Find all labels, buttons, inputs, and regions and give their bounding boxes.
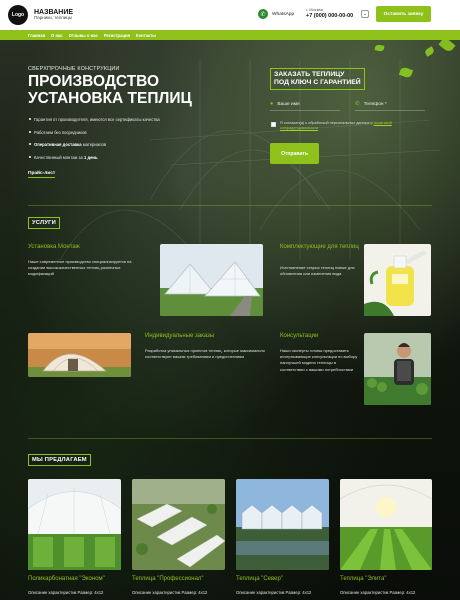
benefit-strong: Оперативная доставка [34,142,82,148]
benefit-item: Работаем без посредников [29,129,160,135]
product-name[interactable]: Теплица "Профессионал" [132,576,204,582]
whatsapp-link[interactable]: ✆ WhatsApp [258,9,294,19]
site-header: Logo НАЗВАНИЕ Парники, теплицы ✆ WhatsAp… [0,0,460,30]
brand: НАЗВАНИЕ Парники, теплицы [34,9,73,22]
tunnel-greenhouse-image [28,333,131,377]
consent-row: Я согласен(а) с обработкой персональных … [271,121,421,131]
benefit-item: Гарантия от производителя, имеются все с… [29,117,160,122]
benefit-strong: 1 день [83,154,98,160]
benefit-item: Качественный монтаж за 1 день [29,154,160,160]
nav-item-registration[interactable]: Регистрация [104,33,130,38]
hero-benefits: Гарантия от производителя, имеются все с… [29,117,160,167]
services-heading: УСЛУГИ [28,217,60,229]
products-heading: МЫ ПРЕДЛАГАЕМ [28,454,91,466]
page-title: ПРОИЗВОДСТВО УСТАНОВКА ТЕПЛИЦ [28,73,192,107]
product-image-sever [236,479,329,570]
greenhouse-photo [160,244,263,316]
nav-item-home[interactable]: Главная [28,33,45,38]
product-desc: Описание характеристик Размер: 4х12 [28,590,104,595]
whatsapp-label: WhatsApp [272,11,295,17]
consent-checkbox[interactable] [271,122,276,127]
title-line-2: УСТАНОВКА ТЕПЛИЦ [28,89,192,107]
phone-field: ✆ [355,101,425,111]
service-text: Изготовление старых теплиц новые для обн… [280,265,355,277]
hero-eyebrow: СВЕРХПРОЧНЫЕ КОНСТРУКЦИИ [28,66,120,72]
product-image-professional [132,479,225,570]
product-photo[interactable] [236,479,329,570]
leaf-decoration [398,66,414,79]
service-title: Консультации [280,333,319,339]
service-text: Наше современное производство специализи… [28,259,132,277]
brand-subtitle: Парники, теплицы [34,15,73,21]
chevron-down-icon[interactable]: ⌄ [361,10,369,18]
name-field: ● [270,101,340,111]
product-name[interactable]: Поликарбонатная "Эконом" [28,576,105,582]
phone-icon: ✆ [355,101,360,107]
benefit-text: Работаем без посредников [34,129,87,135]
leaf-decoration [423,46,436,57]
tunnel-greenhouse-photo [28,333,131,377]
main-nav: Главная О нас Отзывы о нас Регистрация К… [0,30,460,40]
product-desc: Описание характеристик Размер: 4х12 [132,590,208,595]
form-title-line-2: ПОД КЛЮЧ С ГАРАНТИЕЙ [274,78,361,86]
service-text: Разработка уникальных проектов теплиц, к… [145,348,265,360]
gardener-image [364,333,431,405]
product-name[interactable]: Теплица "Элита" [340,576,386,582]
product-desc: Описание характеристик Размер: 4х12 [340,590,416,595]
submit-button[interactable]: Отправить [270,143,319,164]
divider [28,205,432,206]
form-title: ЗАКАЗАТЬ ТЕПЛИЦУ ПОД КЛЮЧ С ГАРАНТИЕЙ [270,68,365,90]
greenhouse-image [160,244,263,316]
product-name[interactable]: Теплица "Север" [236,576,283,582]
product-image-elita [340,479,432,570]
nav-item-contacts[interactable]: Контакты [136,33,156,38]
user-icon: ● [270,101,274,107]
benefit-text: материалов [81,142,107,148]
nav-item-about[interactable]: О нас [51,33,63,38]
product-photo[interactable] [340,479,432,570]
phone-link[interactable]: +7 (000) 000-00-00 [306,13,353,19]
form-title-line-1: ЗАКАЗАТЬ ТЕПЛИЦУ [274,71,345,78]
title-line-1: ПРОИЗВОДСТВО [28,73,160,90]
consent-label: Я согласен(а) с обработкой персональных … [280,121,374,125]
benefit-text: Качественный монтаж за [34,154,84,160]
product-photo[interactable] [132,479,225,570]
benefit-text: Гарантия от производителя, имеются все с… [34,117,160,122]
phone-input[interactable] [363,101,424,107]
service-title: Установка Монтаж [28,244,80,250]
price-list-link[interactable]: Прайс-лист [28,171,56,178]
landing-page: Logo НАЗВАНИЕ Парники, теплицы ✆ WhatsAp… [0,0,460,600]
service-text: Наши эксперты готовы предоставить исчерп… [280,348,358,372]
logo[interactable]: Logo [8,5,28,25]
service-title: Индивидуальные заказы [145,333,215,339]
product-desc: Описание характеристик Размер: 4х12 [236,590,312,595]
whatsapp-icon: ✆ [258,9,268,19]
sprayer-image [364,244,431,316]
header-contacts: г. Москва +7 (000) 000-00-00 [306,7,353,19]
leaf-decoration [374,44,385,52]
product-photo[interactable] [28,479,121,570]
name-input[interactable] [277,101,338,107]
gardener-photo [364,333,431,405]
product-image-econom [28,479,121,570]
consent-text: Я согласен(а) с обработкой персональных … [280,121,421,131]
request-button[interactable]: Оставить заявку [376,6,431,22]
nav-item-reviews[interactable]: Отзывы о нас [69,33,98,38]
benefit-item: Оперативная доставка материалов [29,142,160,148]
sprayer-photo [364,244,431,316]
divider [28,438,432,439]
service-title: Комплектующие для теплиц [280,244,359,250]
